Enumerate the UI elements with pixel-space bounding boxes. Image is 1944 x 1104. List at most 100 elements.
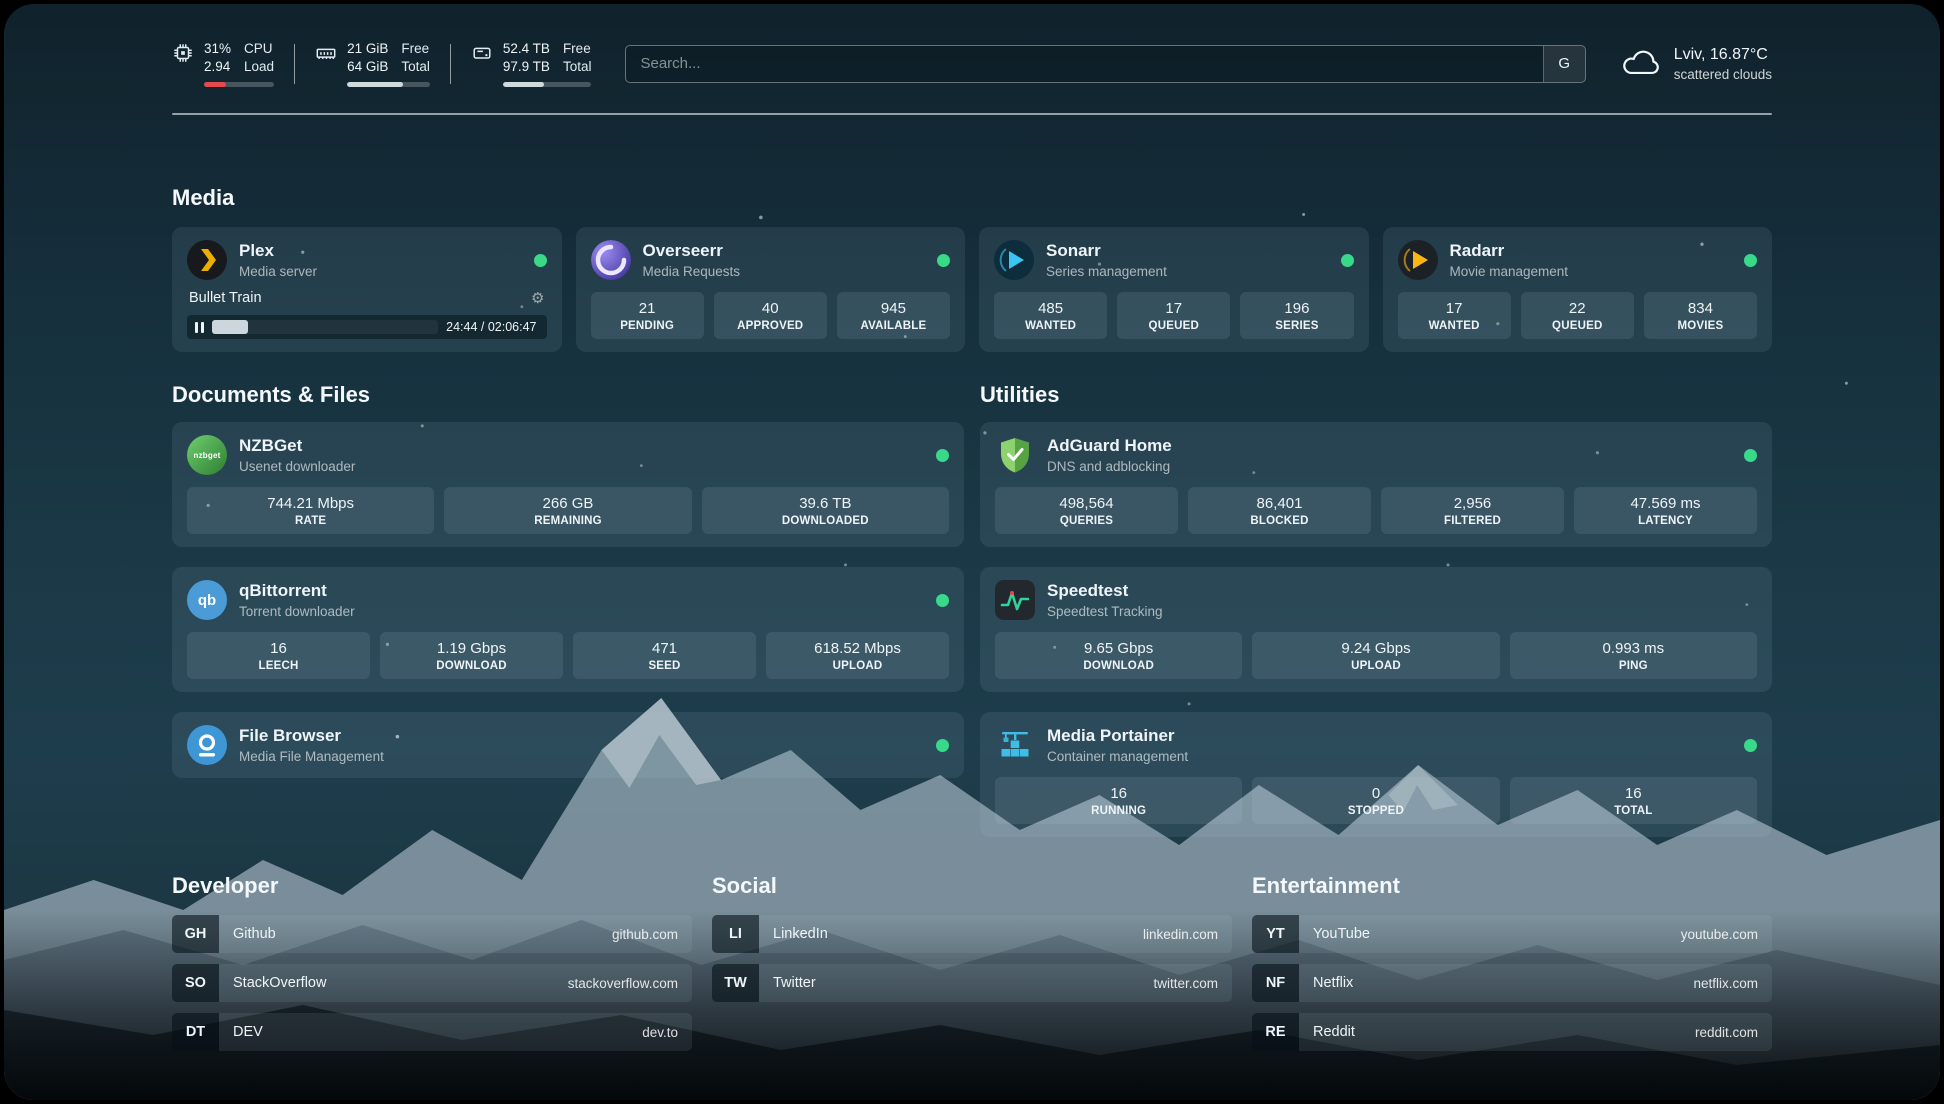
stat-download: 1.19 Gbps DOWNLOAD	[380, 632, 563, 679]
bookmark-linkedin[interactable]: LI LinkedIn linkedin.com	[712, 915, 1232, 953]
plex-card[interactable]: Plex Media server Bullet Train ⚙ 24:44 /…	[172, 227, 562, 352]
overseerr-titles: Overseerr Media Requests	[643, 241, 741, 279]
portainer-stats: 16 RUNNING 0 STOPPED 16 TOTAL	[995, 777, 1757, 824]
stat-label: RATE	[191, 515, 430, 527]
header-divider	[172, 113, 1772, 115]
bookmark-body: StackOverflow stackoverflow.com	[219, 964, 692, 1002]
stat-value: 21	[595, 300, 700, 317]
stat-label: MOVIES	[1648, 320, 1753, 332]
app-name: Overseerr	[643, 241, 741, 261]
ram-widget: 21 GiB 64 GiB Free Total	[315, 40, 430, 87]
github-icon: GH	[172, 915, 219, 953]
twitter-icon: TW	[712, 964, 759, 1002]
stat-stopped: 0 STOPPED	[1252, 777, 1499, 824]
weather-condition: scattered clouds	[1674, 67, 1772, 82]
bookmark-twitter[interactable]: TW Twitter twitter.com	[712, 964, 1232, 1002]
stat-value: 16	[999, 785, 1238, 802]
bookmark-youtube[interactable]: YT YouTube youtube.com	[1252, 915, 1772, 953]
search-box[interactable]: G	[625, 45, 1585, 83]
nzbget-card[interactable]: nzbget NZBGet Usenet downloader 744.21 M…	[172, 422, 964, 547]
portainer-card[interactable]: Media Portainer Container management 16 …	[980, 712, 1772, 837]
qbittorrent-stats: 16 LEECH 1.19 Gbps DOWNLOAD 471 SEED 6	[187, 632, 949, 679]
stat-label: SEED	[577, 660, 752, 672]
filebrowser-icon	[187, 725, 227, 765]
gear-icon[interactable]: ⚙	[531, 289, 544, 307]
stat-value: 498,564	[999, 495, 1174, 512]
stat-value: 744.21 Mbps	[191, 495, 430, 512]
app-subtitle: DNS and adblocking	[1047, 459, 1172, 474]
plex-icon	[187, 240, 227, 280]
speedtest-card[interactable]: Speedtest Speedtest Tracking 9.65 Gbps D…	[980, 567, 1772, 692]
ram-widget-body: 21 GiB 64 GiB Free Total	[347, 40, 430, 87]
bookmark-name: Netflix	[1313, 975, 1353, 991]
pause-icon[interactable]	[195, 322, 204, 333]
filebrowser-card[interactable]: File Browser Media File Management	[172, 712, 964, 778]
portainer-icon	[995, 725, 1035, 765]
stat-label: LATENCY	[1578, 515, 1753, 527]
adguard-titles: AdGuard Home DNS and adblocking	[1047, 436, 1172, 474]
overseerr-card[interactable]: Overseerr Media Requests 21 PENDING 40 A…	[576, 227, 966, 352]
cloud-icon	[1620, 45, 1662, 82]
entertainment-rows: YT YouTube youtube.com NF Netflix netfli…	[1252, 915, 1772, 1051]
disk-usage-bar-fill	[503, 82, 544, 87]
search-input[interactable]	[626, 46, 1542, 82]
bookmark-url: dev.to	[642, 1025, 678, 1040]
stat-label: LEECH	[191, 660, 366, 672]
bookmarks-area: Developer GH Github github.com SO StackO…	[172, 873, 1772, 1051]
bookmark-name: Reddit	[1313, 1024, 1355, 1040]
bookmark-github[interactable]: GH Github github.com	[172, 915, 692, 953]
stat-remaining: 266 GB REMAINING	[444, 487, 691, 534]
radarr-card[interactable]: Radarr Movie management 17 WANTED 22 QUE…	[1383, 227, 1773, 352]
sonarr-card[interactable]: Sonarr Series management 485 WANTED 17 Q…	[979, 227, 1369, 352]
filebrowser-titles: File Browser Media File Management	[239, 726, 384, 764]
qbittorrent-card[interactable]: qb qBittorrent Torrent downloader 16 LEE…	[172, 567, 964, 692]
bookmark-reddit[interactable]: RE Reddit reddit.com	[1252, 1013, 1772, 1051]
stackoverflow-icon: SO	[172, 964, 219, 1002]
stat-label: STOPPED	[1256, 805, 1495, 817]
ram-usage-bar	[347, 82, 430, 87]
stat-approved: 40 APPROVED	[714, 292, 827, 339]
stat-label: DOWNLOAD	[384, 660, 559, 672]
stat-available: 945 AVAILABLE	[837, 292, 950, 339]
stat-value: 1.19 Gbps	[384, 640, 559, 657]
status-dot	[936, 449, 949, 462]
app-subtitle: Movie management	[1450, 264, 1569, 279]
app-subtitle: Torrent downloader	[239, 604, 355, 619]
cpu-widget: 31% 2.94 CPU Load	[172, 40, 274, 87]
status-dot	[936, 739, 949, 752]
cpu-widget-body: 31% 2.94 CPU Load	[204, 40, 274, 87]
ram-labels: Free Total	[401, 40, 430, 76]
stat-series: 196 SERIES	[1240, 292, 1353, 339]
bookmark-dev[interactable]: DT DEV dev.to	[172, 1013, 692, 1051]
adguard-card[interactable]: AdGuard Home DNS and adblocking 498,564 …	[980, 422, 1772, 547]
stat-queued: 17 QUEUED	[1117, 292, 1230, 339]
stat-value: 17	[1402, 300, 1507, 317]
stat-queued: 22 QUEUED	[1521, 292, 1634, 339]
portainer-card-header: Media Portainer Container management	[995, 725, 1757, 765]
stat-blocked: 86,401 BLOCKED	[1188, 487, 1371, 534]
weather-text: Lviv, 16.87°C scattered clouds	[1674, 46, 1772, 82]
disk-labels: Free Total	[563, 40, 592, 76]
bookmark-url: linkedin.com	[1143, 927, 1218, 942]
stat-value: 22	[1525, 300, 1630, 317]
radarr-stats: 17 WANTED 22 QUEUED 834 MOVIES	[1398, 292, 1758, 339]
plex-now-playing-row: Bullet Train ⚙	[187, 289, 547, 307]
playback-progress-track	[212, 320, 438, 334]
stat-label: FILTERED	[1385, 515, 1560, 527]
filebrowser-card-header: File Browser Media File Management	[187, 725, 949, 765]
cpu-usage-bar	[204, 82, 274, 87]
bookmark-stackoverflow[interactable]: SO StackOverflow stackoverflow.com	[172, 964, 692, 1002]
search-engine-button[interactable]: G	[1543, 46, 1585, 82]
bookmark-netflix[interactable]: NF Netflix netflix.com	[1252, 964, 1772, 1002]
social-bookmarks: Social LI LinkedIn linkedin.com TW Twitt…	[712, 873, 1232, 1051]
dashboard-content: 31% 2.94 CPU Load	[4, 4, 1940, 1100]
app-name: Media Portainer	[1047, 726, 1188, 746]
adguard-card-header: AdGuard Home DNS and adblocking	[995, 435, 1757, 475]
dev-icon: DT	[172, 1013, 219, 1051]
bookmark-body: LinkedIn linkedin.com	[759, 915, 1232, 953]
app-name: Radarr	[1450, 241, 1569, 261]
stat-value: 9.65 Gbps	[999, 640, 1238, 657]
ram-free-value: 21 GiB	[347, 40, 388, 58]
stat-value: 39.6 TB	[706, 495, 945, 512]
bookmark-body: Netflix netflix.com	[1299, 964, 1772, 1002]
